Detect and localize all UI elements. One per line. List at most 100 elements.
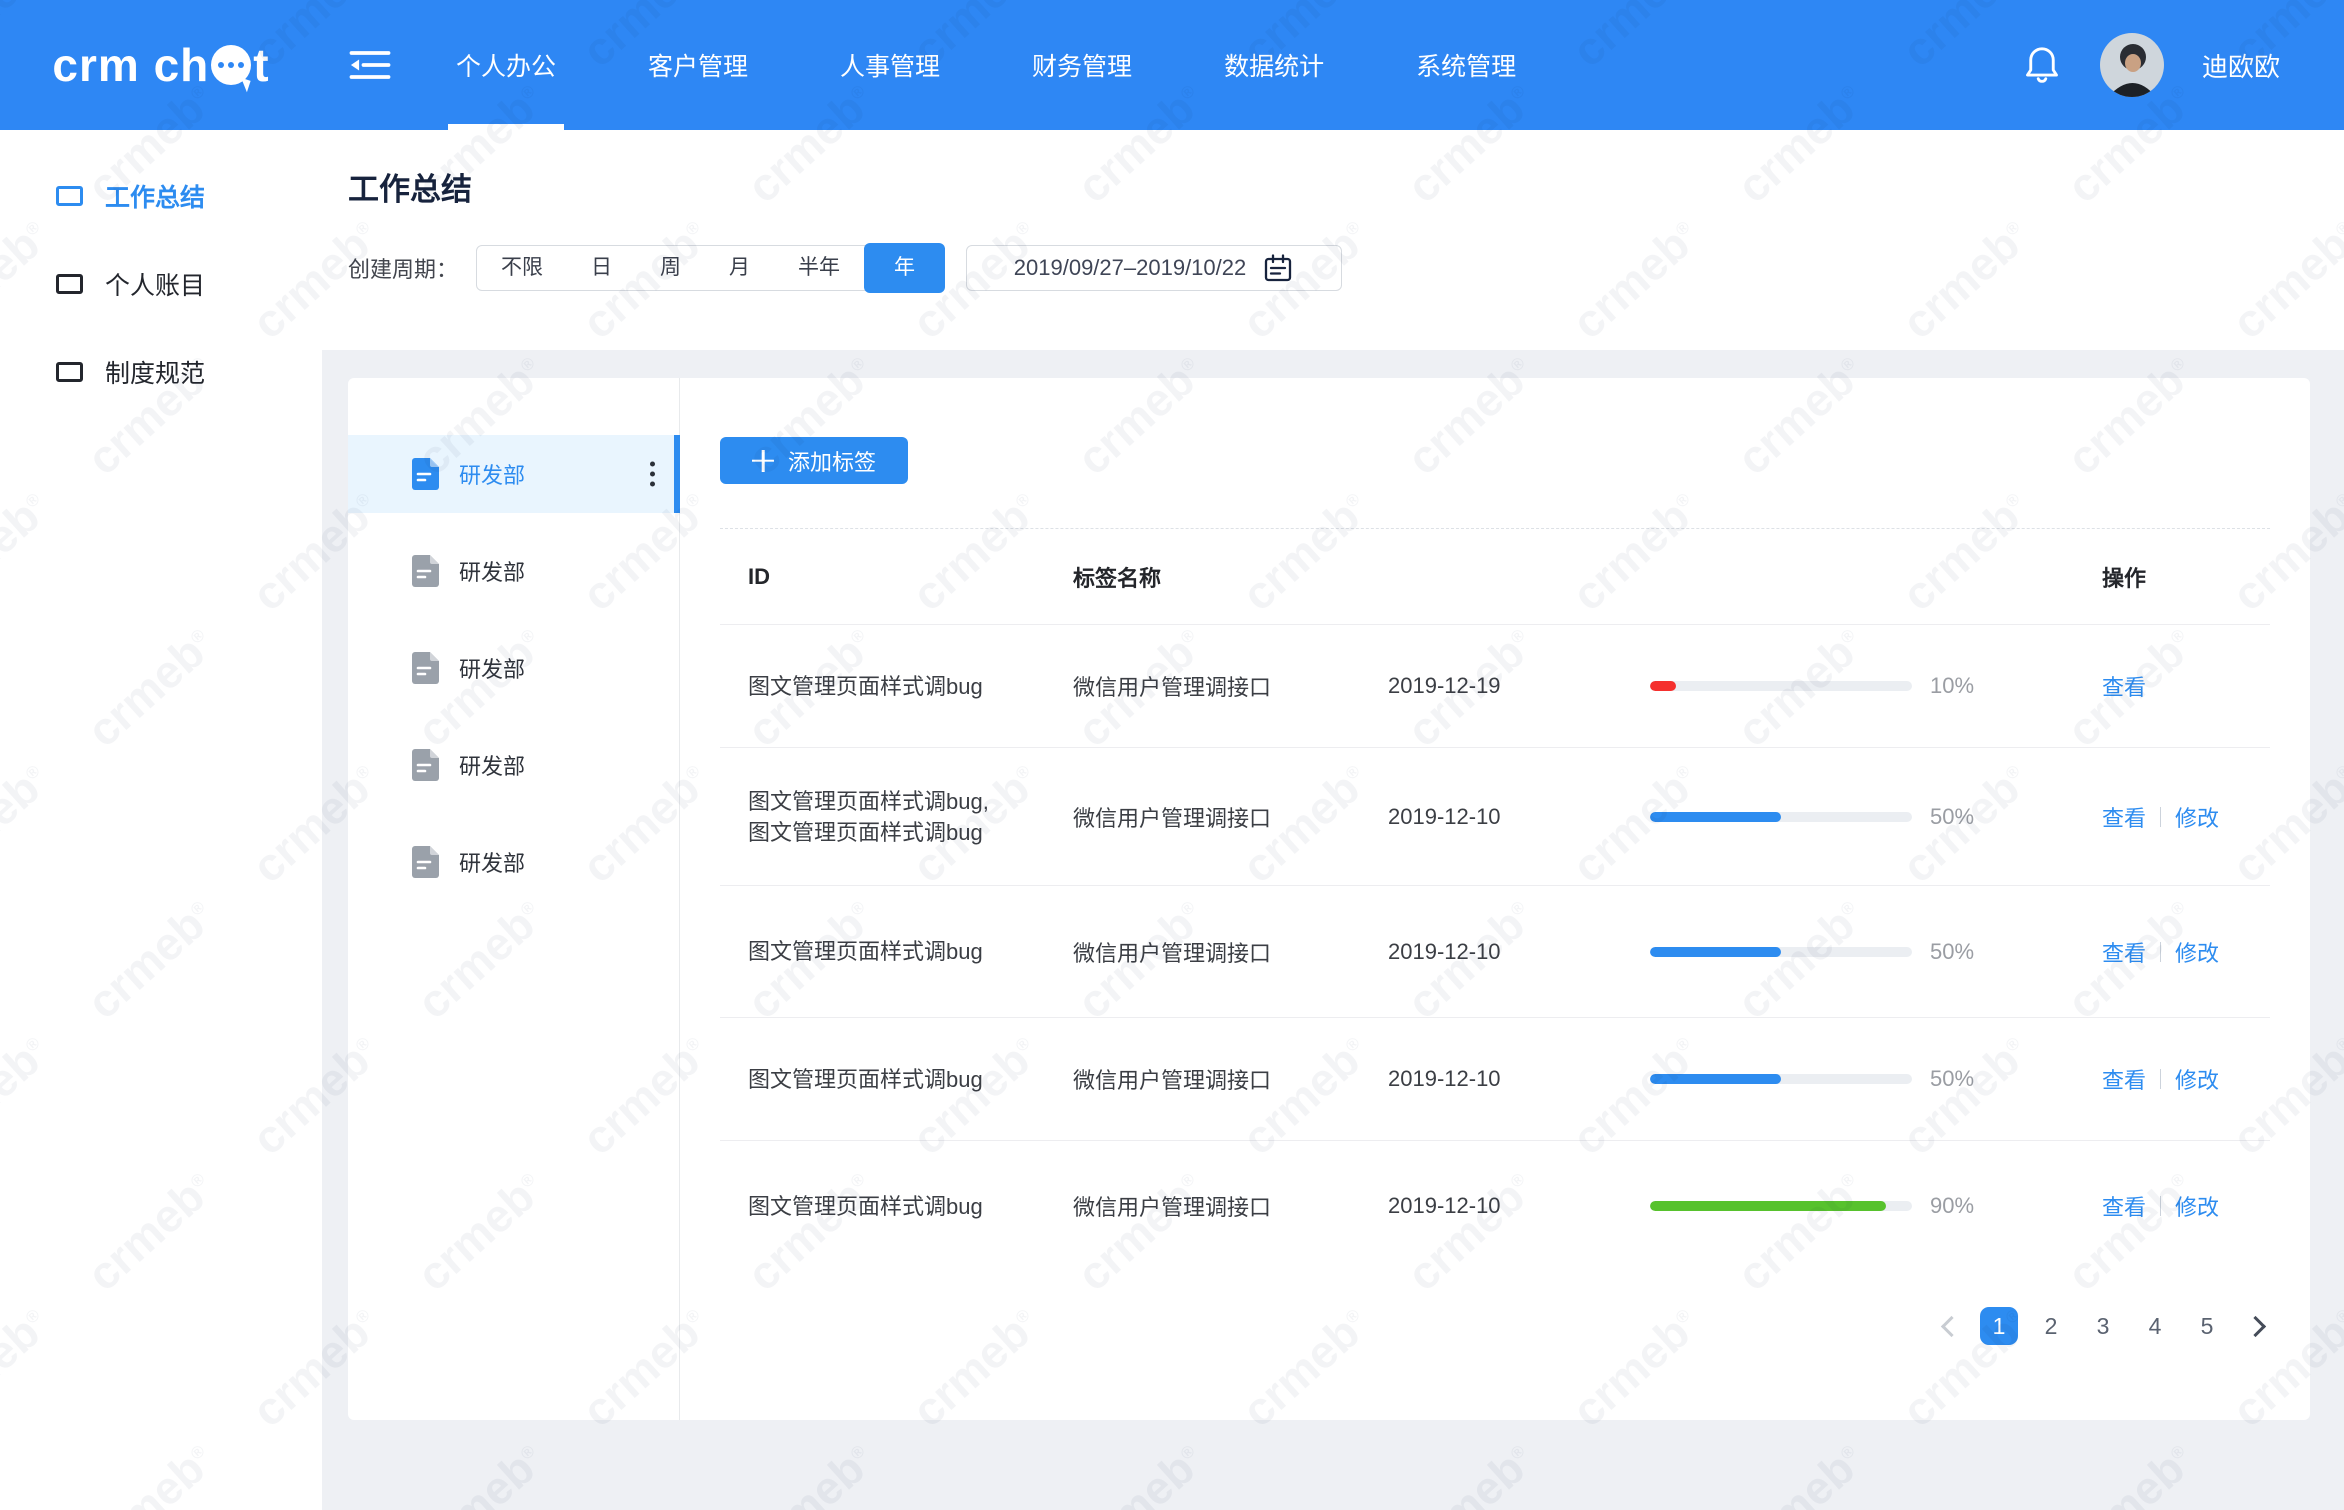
watermark: crmeb® [1066, 1433, 1214, 1510]
add-tag-button[interactable]: 添加标签 [720, 437, 908, 484]
cell-id-line: 图文管理页面样式调bug [748, 1191, 1073, 1222]
sidebar-item-制度规范[interactable]: 制度规范 [0, 328, 322, 416]
period-option-周[interactable]: 周 [636, 246, 705, 290]
nav-item-财务管理[interactable]: 财务管理 [1032, 0, 1132, 130]
department-name: 研发部 [459, 846, 525, 878]
sidebar-item-个人账目[interactable]: 个人账目 [0, 240, 322, 328]
period-option-半年[interactable]: 半年 [774, 246, 864, 290]
cell-operations: 查看修改 [2102, 1063, 2242, 1095]
document-icon [410, 457, 441, 491]
progress-bar [1650, 1074, 1912, 1084]
period-option-月[interactable]: 月 [705, 246, 774, 290]
nav-item-个人办公[interactable]: 个人办公 [456, 0, 556, 130]
progress-track [1650, 1201, 1912, 1211]
page-head: 工作总结 创建周期： 不限日周月半年年 2019/09/27–2019/10/2… [322, 130, 2344, 350]
sidebar-item-label: 制度规范 [105, 354, 205, 390]
document-icon [410, 845, 441, 879]
filter-row: 创建周期： 不限日周月半年年 2019/09/27–2019/10/22 [348, 245, 2344, 291]
cell-date: 2019-12-10 [1388, 804, 1650, 830]
logo-text: crm cht [52, 38, 269, 92]
cell-id-line: 图文管理页面样式调bug, [748, 786, 1073, 817]
col-header-name: 标签名称 [1073, 561, 1388, 593]
date-range-value: 2019/09/27–2019/10/22 [1014, 255, 1246, 281]
user-name[interactable]: 迪欧欧 [2202, 47, 2280, 84]
op-link-查看[interactable]: 查看 [2102, 670, 2146, 702]
progress-fill [1650, 947, 1781, 957]
logo: crm cht [0, 0, 322, 130]
user-avatar[interactable] [2100, 33, 2164, 97]
pagination: 12345 [680, 1307, 2270, 1345]
op-link-修改[interactable]: 修改 [2175, 1190, 2219, 1222]
department-item[interactable]: 研发部 [348, 435, 679, 513]
page-number-2[interactable]: 2 [2032, 1307, 2070, 1345]
progress-fill [1650, 1201, 1886, 1211]
cell-tag-name: 微信用户管理调接口 [1073, 936, 1388, 968]
table-row: 图文管理页面样式调bug微信用户管理调接口2019-12-1050%查看修改 [720, 886, 2270, 1018]
period-option-日[interactable]: 日 [567, 246, 636, 290]
nav-item-数据统计[interactable]: 数据统计 [1224, 0, 1324, 130]
department-list: 研发部研发部研发部研发部研发部 [348, 378, 680, 1420]
cell-percent: 50% [1930, 804, 2020, 830]
department-name: 研发部 [459, 749, 525, 781]
cell-id-line: 图文管理页面样式调bug [748, 671, 1073, 702]
watermark: crmeb® [1726, 1433, 1874, 1510]
page-number-4[interactable]: 4 [2136, 1307, 2174, 1345]
nav-item-客户管理[interactable]: 客户管理 [648, 0, 748, 130]
progress-fill [1650, 681, 1676, 691]
col-header-id: ID [748, 561, 1073, 592]
watermark: crmeb® [736, 1433, 884, 1510]
ops-divider [2160, 942, 2161, 962]
table-header-row: ID 标签名称 操作 [720, 528, 2270, 625]
cell-id: 图文管理页面样式调bug [748, 671, 1073, 702]
op-link-查看[interactable]: 查看 [2102, 801, 2146, 833]
department-item[interactable]: 研发部 [348, 629, 679, 707]
cell-percent: 90% [1930, 1193, 2020, 1219]
header-right: 迪欧欧 [2022, 33, 2344, 97]
menu-rect-icon [56, 274, 83, 294]
op-link-修改[interactable]: 修改 [2175, 801, 2219, 833]
department-name: 研发部 [459, 458, 525, 490]
op-link-修改[interactable]: 修改 [2175, 1063, 2219, 1095]
prev-page-button[interactable] [1936, 1307, 1966, 1345]
notification-bell-icon[interactable] [2022, 43, 2062, 87]
cell-date: 2019-12-10 [1388, 939, 1650, 965]
table-row: 图文管理页面样式调bug微信用户管理调接口2019-12-1090%查看修改 [720, 1141, 2270, 1271]
collapse-menu-icon[interactable] [346, 43, 394, 87]
nav-item-系统管理[interactable]: 系统管理 [1416, 0, 1516, 130]
op-link-查看[interactable]: 查看 [2102, 936, 2146, 968]
ops-divider [2160, 1196, 2161, 1216]
main-nav: 个人办公客户管理人事管理财务管理数据统计系统管理 [456, 0, 1516, 130]
department-item[interactable]: 研发部 [348, 532, 679, 610]
chat-bubble-icon [211, 45, 251, 85]
department-item[interactable]: 研发部 [348, 726, 679, 804]
op-link-查看[interactable]: 查看 [2102, 1063, 2146, 1095]
date-range-picker[interactable]: 2019/09/27–2019/10/22 [966, 245, 1342, 291]
progress-bar [1650, 812, 1912, 822]
cell-id: 图文管理页面样式调bug [748, 1191, 1073, 1222]
calendar-icon [1262, 252, 1294, 284]
op-link-修改[interactable]: 修改 [2175, 936, 2219, 968]
page-number-1[interactable]: 1 [1980, 1307, 2018, 1345]
op-link-查看[interactable]: 查看 [2102, 1190, 2146, 1222]
progress-bar [1650, 1201, 1912, 1211]
period-option-不限[interactable]: 不限 [477, 246, 567, 290]
period-option-年[interactable]: 年 [864, 243, 945, 293]
page-number-3[interactable]: 3 [2084, 1307, 2122, 1345]
sidebar: 工作总结个人账目制度规范 [0, 130, 322, 1510]
sidebar-item-工作总结[interactable]: 工作总结 [0, 152, 322, 240]
department-item[interactable]: 研发部 [348, 823, 679, 901]
progress-track [1650, 1074, 1912, 1084]
logo-left: crm ch [52, 38, 209, 92]
nav-item-人事管理[interactable]: 人事管理 [840, 0, 940, 130]
avatar-photo [2100, 33, 2164, 97]
next-page-button[interactable] [2240, 1307, 2270, 1345]
menu-rect-icon [56, 186, 83, 206]
more-options-icon[interactable] [650, 462, 655, 487]
ops-divider [2160, 807, 2161, 827]
menu-rect-icon [56, 362, 83, 382]
page-number-5[interactable]: 5 [2188, 1307, 2226, 1345]
table-body: 图文管理页面样式调bug微信用户管理调接口2019-12-1910%查看图文管理… [720, 625, 2270, 1271]
top-header: crm cht 个人办公客户管理人事管理财务管理数据统计系统管理 [0, 0, 2344, 130]
period-segmented-control: 不限日周月半年年 [476, 245, 944, 291]
progress-fill [1650, 1074, 1781, 1084]
